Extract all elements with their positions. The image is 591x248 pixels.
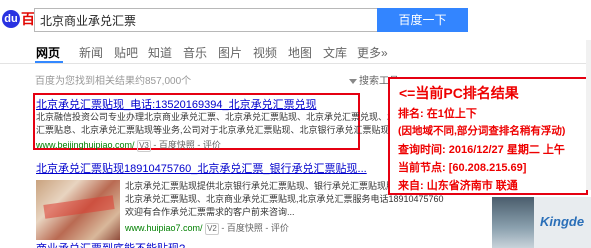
snapshot-link[interactable]: - 百度快照 - 评价 — [221, 223, 289, 233]
snapshot-link[interactable]: - 百度快照 - 评价 — [153, 140, 221, 150]
header: du 百度 百度一下 — [0, 0, 591, 36]
tab-images[interactable]: 图片 — [218, 44, 242, 61]
overlay-note: (因地域不同,部分词查排名稍有浮动) — [398, 125, 566, 137]
result-desc-1-line1: 北京融信投资公司专业办理北京商业承兑汇票、北京承兑汇票贴现、北京承兑汇票兑现、北… — [36, 112, 424, 122]
tab-web[interactable]: 网页 — [36, 44, 60, 61]
result-url-text[interactable]: www.huipiao7.com/ — [125, 223, 203, 233]
verify-badge: V2 — [205, 223, 219, 235]
result-title-2[interactable]: 北京承兑汇票贴现18910475760_北京承兑汇票_银行承兑汇票贴现... — [36, 160, 367, 176]
search-input[interactable] — [35, 9, 377, 31]
side-ad-brand: Kingde — [540, 214, 585, 229]
tab-tieba[interactable]: 贴吧 — [114, 44, 138, 61]
result-count: 百度为您找到相关结果约857,000个 — [35, 76, 192, 87]
tab-news[interactable]: 新闻 — [79, 44, 103, 61]
result-url-1[interactable]: www.beijinghuipiao.com/ V3 - 百度快照 - 评价 — [36, 138, 221, 152]
rank-overlay-panel: <=当前PC排名结果 排名: 在1位上下 (因地域不同,部分词查排名稍有浮动) … — [388, 77, 588, 195]
tab-map[interactable]: 地图 — [288, 44, 312, 61]
result-title-3[interactable]: 商业承兑汇票到底能不能贴现? — [36, 240, 185, 248]
tab-video[interactable]: 视频 — [253, 44, 277, 61]
paw-icon: du — [2, 10, 20, 28]
search-box[interactable] — [34, 8, 377, 32]
nav-tabs: 网页 新闻 贴吧 知道 音乐 图片 视频 地图 文库 更多» — [0, 36, 591, 64]
active-tab-indicator — [35, 61, 63, 63]
overlay-time: 查询时间: 2016/12/27 星期二 上午 — [398, 144, 565, 156]
scrollbar[interactable] — [586, 40, 591, 190]
result-desc-2-line1: 北京承兑汇票贴现提供北京银行承兑汇票贴现、银行承兑汇票贴现服务 — [125, 181, 405, 191]
search-button[interactable]: 百度一下 — [377, 8, 468, 32]
overlay-node: 当前节点: [60.208.215.69] — [398, 162, 527, 174]
result-desc-1-line2: 汇票贴息、北京承兑汇票贴现等业务,公司对于北京承兑汇票贴现、北京银行承兑汇票贴现… — [36, 125, 416, 135]
result-thumbnail[interactable] — [36, 180, 120, 240]
overlay-from: 来自: 山东省济南市 联通 — [398, 180, 518, 192]
result-desc-2-line3: 欢迎有合作承兑汇票需求的客户前来咨询... — [125, 207, 295, 217]
tab-music[interactable]: 音乐 — [183, 44, 207, 61]
overlay-title: <=当前PC排名结果 — [399, 85, 519, 101]
tab-zhidao[interactable]: 知道 — [148, 44, 172, 61]
funnel-icon — [349, 78, 357, 84]
side-ad-image[interactable]: Kingde — [492, 197, 591, 248]
result-url-text[interactable]: www.beijinghuipiao.com/ — [36, 140, 135, 150]
overlay-rank: 排名: 在1位上下 — [398, 108, 477, 120]
tab-more[interactable]: 更多» — [357, 44, 388, 61]
tab-wenku[interactable]: 文库 — [323, 44, 347, 61]
result-url-2[interactable]: www.huipiao7.com/ V2 - 百度快照 - 评价 — [125, 221, 289, 235]
result-title-1[interactable]: 北京承兑汇票贴现_电话:13520169394_北京承兑汇票兑现 — [36, 96, 317, 112]
thumbnail-overlay — [43, 195, 115, 219]
side-ad-photo — [492, 197, 534, 248]
verify-badge: V3 — [137, 140, 151, 152]
